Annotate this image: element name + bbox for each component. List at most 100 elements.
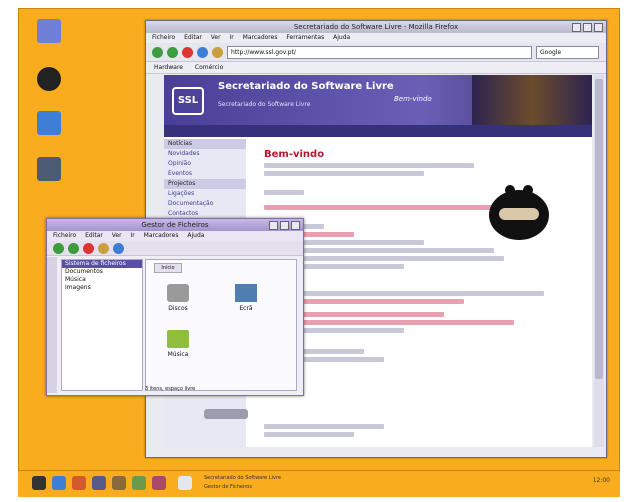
mascot-image <box>489 185 549 240</box>
file-panel: Início Discos Ecrã Música <box>145 259 297 391</box>
start-menu-icon[interactable] <box>32 476 46 490</box>
url-input[interactable]: http://www.ssl.gov.pt/ <box>227 45 532 59</box>
sidebar-banner[interactable] <box>204 409 248 419</box>
reload-icon[interactable] <box>197 46 208 58</box>
back-icon[interactable] <box>53 242 64 254</box>
browser-titlebar[interactable]: Secretariado do Software Livre - Mozilla… <box>146 21 606 33</box>
fm-titlebar[interactable]: Gestor de Ficheiros <box>47 219 303 231</box>
browser-title: Secretariado do Software Livre - Mozilla… <box>293 23 459 31</box>
tree-item[interactable]: Música <box>62 276 142 284</box>
text-line <box>304 264 404 269</box>
menu-item[interactable]: Ficheiro <box>53 232 76 239</box>
home-icon[interactable] <box>212 46 223 58</box>
menu-item[interactable]: Ajuda <box>187 232 204 239</box>
sidebar-item[interactable]: Notícias <box>164 139 246 149</box>
fm-side-toolbar <box>47 257 57 393</box>
desktop-icon-home[interactable] <box>23 67 75 93</box>
panel-tab[interactable]: Início <box>154 263 182 273</box>
menu-item[interactable]: Ver <box>112 232 122 239</box>
desktop-icon <box>235 284 257 302</box>
sidebar-item[interactable]: Opinião <box>164 159 246 169</box>
link-line[interactable] <box>264 205 494 210</box>
launcher-icon[interactable] <box>52 476 66 490</box>
up-icon[interactable] <box>83 242 94 254</box>
sidebar-item[interactable]: Ligações <box>164 189 246 199</box>
article-heading: Bem-vindo <box>264 149 325 160</box>
menu-item[interactable]: Marcadores <box>243 34 278 41</box>
forward-icon[interactable] <box>68 242 79 254</box>
menu-item[interactable]: Ferramentas <box>286 34 324 41</box>
text-line <box>264 190 304 195</box>
launcher-icon[interactable] <box>112 476 126 490</box>
tree-item[interactable]: Sistema de ficheiros <box>62 260 142 268</box>
launcher-icon[interactable] <box>132 476 146 490</box>
scrollbar-thumb[interactable] <box>595 79 603 379</box>
window-controls <box>267 221 300 234</box>
trash-icon <box>37 157 61 181</box>
clock[interactable]: 12:00 <box>593 477 610 484</box>
fm-statusbar: 3 itens, espaço livre <box>145 386 196 392</box>
task-button[interactable]: Gestor de Ficheiros <box>204 484 252 502</box>
menu-item[interactable]: Ir <box>130 232 134 239</box>
banner-photo <box>472 75 592 125</box>
tree-item[interactable]: Imagens <box>62 284 142 292</box>
launcher-icon[interactable] <box>152 476 166 490</box>
taskbar: Secretariado do Software Livre Gestor de… <box>18 470 620 497</box>
forward-icon[interactable] <box>167 46 178 58</box>
sidebar-item[interactable]: Novidades <box>164 149 246 159</box>
maximize-icon[interactable] <box>583 23 592 32</box>
banner-subtitle: Secretariado do Software Livre <box>218 101 311 108</box>
site-logo[interactable]: SSL <box>172 87 204 115</box>
bookmark-item[interactable]: Comércio <box>195 64 223 71</box>
text-line <box>304 256 504 261</box>
desktop-icon-network[interactable] <box>23 111 75 137</box>
sidebar-item[interactable]: Eventos <box>164 169 246 179</box>
menu-item[interactable]: Ficheiro <box>152 34 175 41</box>
stop-icon[interactable] <box>182 46 193 58</box>
computer-icon <box>37 19 61 43</box>
file-item[interactable]: Música <box>160 330 196 358</box>
home-icon <box>37 67 61 91</box>
maximize-icon[interactable] <box>280 221 289 230</box>
minimize-icon[interactable] <box>269 221 278 230</box>
text-line <box>264 163 474 168</box>
screen-frame: Secretariado do Software Livre - Mozilla… <box>0 0 628 499</box>
file-item[interactable]: Discos <box>160 284 196 312</box>
menu-item[interactable]: Ir <box>229 34 233 41</box>
browser-menubar: Ficheiro Editar Ver Ir Marcadores Ferram… <box>146 33 606 43</box>
file-label: Ecrã <box>239 305 253 312</box>
launcher-icon[interactable] <box>72 476 86 490</box>
menu-item[interactable]: Editar <box>85 232 103 239</box>
bookmarks-toolbar: Hardware Comércio <box>146 62 606 74</box>
tree-item[interactable]: Documentos <box>62 268 142 276</box>
desktop-icon-computer[interactable] <box>23 19 75 45</box>
back-icon[interactable] <box>152 46 163 58</box>
file-item[interactable]: Ecrã <box>228 284 264 312</box>
home-icon[interactable] <box>98 242 109 254</box>
file-label: Discos <box>168 305 188 312</box>
text-line <box>304 248 494 253</box>
text-line <box>264 291 544 296</box>
sidebar-item[interactable]: Projectos <box>164 179 246 189</box>
banner-title: Secretariado do Software Livre <box>218 81 394 92</box>
menu-item[interactable]: Ver <box>211 34 221 41</box>
file-manager-window: Gestor de Ficheiros Ficheiro Editar Ver … <box>46 218 304 396</box>
reload-icon[interactable] <box>113 242 124 254</box>
bookmark-item[interactable]: Hardware <box>154 64 183 71</box>
menu-item[interactable]: Ajuda <box>333 34 350 41</box>
sidebar-item[interactable]: Documentação <box>164 199 246 209</box>
minimize-icon[interactable] <box>572 23 581 32</box>
page-scrollbar[interactable] <box>594 75 604 447</box>
menu-item[interactable]: Editar <box>184 34 202 41</box>
desktop-icon-trash[interactable] <box>23 157 75 183</box>
text-line <box>304 240 424 245</box>
launcher-icon[interactable] <box>92 476 106 490</box>
site-banner: SSL Secretariado do Software Livre Secre… <box>164 75 592 125</box>
close-icon[interactable] <box>594 23 603 32</box>
close-icon[interactable] <box>291 221 300 230</box>
fm-menubar: Ficheiro Editar Ver Ir Marcadores Ajuda <box>47 231 303 241</box>
menu-item[interactable]: Marcadores <box>144 232 179 239</box>
desktop-pager-icon[interactable] <box>178 476 192 490</box>
page-footer <box>264 421 584 440</box>
search-input[interactable]: Google <box>536 45 599 59</box>
